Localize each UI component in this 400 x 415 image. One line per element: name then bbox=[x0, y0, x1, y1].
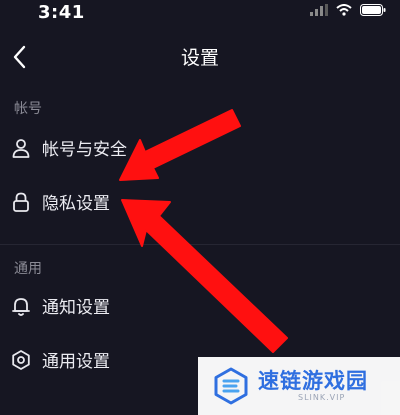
watermark-title: 速链游戏园 bbox=[258, 369, 368, 393]
settings-item-label: 通用设置 bbox=[42, 352, 110, 372]
settings-item-notifications[interactable]: 通知设置 bbox=[0, 284, 400, 328]
settings-item-label: 隐私设置 bbox=[42, 194, 110, 214]
bell-icon bbox=[12, 298, 30, 316]
gear-icon bbox=[12, 350, 30, 370]
brand-logo bbox=[214, 367, 248, 405]
watermark-subtitle: SLINK.VIP bbox=[298, 393, 346, 402]
status-time: 3:41 bbox=[38, 2, 85, 23]
signal-icon bbox=[310, 4, 328, 16]
watermark: 速链游戏园 SLINK.VIP bbox=[198, 357, 400, 415]
section-label-general: 通用 bbox=[14, 261, 42, 277]
status-icons bbox=[310, 4, 386, 16]
settings-item-account-security[interactable]: 帐号与安全 bbox=[0, 126, 400, 170]
battery-icon bbox=[360, 4, 386, 16]
lock-icon bbox=[13, 192, 29, 212]
settings-item-privacy[interactable]: 隐私设置 bbox=[0, 180, 400, 224]
settings-item-label: 帐号与安全 bbox=[42, 140, 127, 160]
settings-item-label: 通知设置 bbox=[42, 298, 110, 318]
section-label-account: 帐号 bbox=[14, 101, 42, 117]
page-title: 设置 bbox=[180, 47, 219, 69]
section-divider bbox=[0, 244, 400, 245]
user-icon bbox=[12, 139, 30, 158]
nav-bar: 设置 bbox=[0, 36, 400, 78]
wifi-icon bbox=[336, 4, 352, 16]
status-bar: 3:41 bbox=[0, 0, 400, 28]
